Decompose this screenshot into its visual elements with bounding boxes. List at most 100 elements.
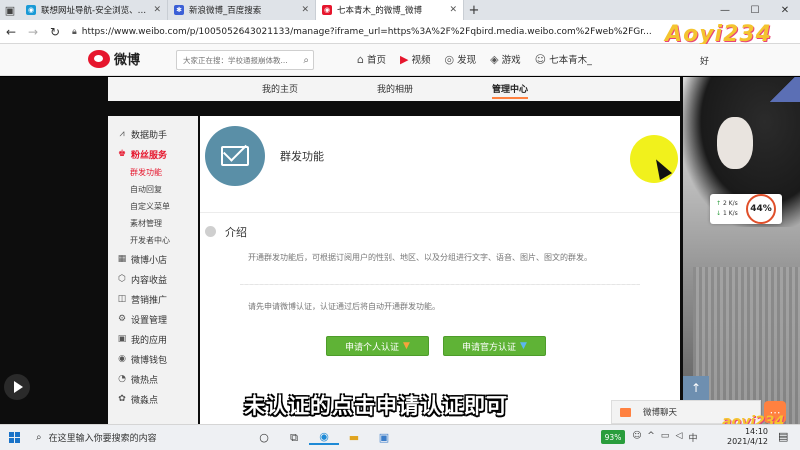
start-button[interactable] (0, 432, 28, 443)
discover-icon: ◎ (444, 52, 455, 66)
taskbar-search-placeholder: 在这里输入你要搜索的内容 (48, 434, 157, 444)
nav-user[interactable]: ☺ 七本青木_ (534, 52, 592, 67)
sidebar-sub-mass-send[interactable]: 群发功能 (108, 164, 198, 181)
store-icon[interactable]: ▣ (369, 431, 399, 444)
search-icon[interactable]: ⌕ (303, 55, 309, 66)
mass-send-panel: 群发功能 介绍 开通群发功能后，可根据订阅用户的性别、地区、以及分组进行文字、语… (200, 116, 680, 424)
nav-label: 七本青木_ (549, 55, 592, 66)
tab-baidu-search[interactable]: ✱ 新浪微博_百度搜索 ✕ (168, 0, 316, 20)
tab-actions-icon[interactable]: ▣ (0, 0, 20, 20)
verify-badge-icon: ▼ (520, 341, 527, 351)
speed-values: ↑ 2 K/s ↓ 1 K/s (716, 199, 738, 219)
cortana-icon[interactable]: ○ (249, 431, 279, 444)
person-icon[interactable]: ☺ (630, 431, 644, 444)
divider (200, 212, 680, 213)
sidebar-item-point[interactable]: ✿ 微淼点 (108, 389, 198, 409)
subnav-my-home[interactable]: 我的主页 (262, 82, 298, 95)
clock-time: 14:10 (744, 427, 769, 436)
sidebar-sub-material[interactable]: 素材管理 (108, 215, 198, 232)
sidebar-sub-developer[interactable]: 开发者中心 (108, 232, 198, 249)
weibo-favicon-icon: ◉ (322, 5, 332, 15)
memory-usage-badge[interactable]: 44% (746, 194, 776, 224)
edge-browser-icon[interactable]: ◉ (309, 430, 339, 445)
intro-bullet-icon (205, 226, 216, 237)
upload-speed: 2 K/s (722, 200, 738, 207)
close-icon[interactable]: ✕ (449, 5, 457, 15)
taskbar-apps: ○ ⧉ ◉ ▬ ▣ (249, 430, 399, 445)
subnav-manage-center[interactable]: 管理中心 (492, 82, 529, 99)
button-label: 申请官方认证 (462, 342, 517, 353)
tab-weibo[interactable]: ◉ 七本青木_的微博_微博 ✕ (316, 0, 464, 20)
sidebar-item-label: 数据助手 (131, 130, 168, 141)
network-icon[interactable]: ▭ (658, 431, 672, 444)
browser-tab-bar: ▣ ◉ 联想网址导航-安全浏览、极速体 ✕ ✱ 新浪微博_百度搜索 ✕ ◉ 七本… (0, 0, 800, 20)
apply-official-verify-button[interactable]: 申请官方认证 ▼ (443, 336, 546, 356)
sidebar-item-data-assistant[interactable]: ⩘ 数据助手 (108, 124, 198, 144)
url-field[interactable]: 🔒︎ https://www.weibo.com/p/1005052643021… (72, 23, 677, 41)
sidebar-item-hot[interactable]: ◔ 微热点 (108, 369, 198, 389)
battery-indicator[interactable]: 93% (601, 430, 625, 444)
new-tab-button[interactable]: + (464, 3, 484, 18)
close-icon[interactable]: ✕ (301, 5, 309, 15)
sidebar-item-apps[interactable]: ▣ 我的应用 (108, 329, 198, 349)
subnav-my-album[interactable]: 我的相册 (377, 82, 413, 95)
minimize-icon[interactable]: — (710, 5, 740, 16)
sidebar-item-label: 微热点 (131, 375, 159, 386)
download-speed: 1 K/s (722, 210, 738, 217)
intro-text: 开通群发功能后，可根据订阅用户的性别、地区、以及分组进行文字、语音、图片、图文的… (248, 253, 592, 262)
taskbar-search[interactable]: ⌕ 在这里输入你要搜索的内容 (28, 427, 243, 449)
sidebar-item-fans-service[interactable]: ♚ 粉丝服务 (108, 144, 198, 164)
forward-arrow-icon[interactable]: → (22, 25, 44, 39)
task-view-icon[interactable]: ⧉ (279, 431, 309, 445)
sidebar-item-label: 内容收益 (131, 275, 168, 286)
header-right-link[interactable]: 好 (700, 54, 709, 67)
chat-label: 微博聊天 (643, 408, 678, 418)
ime-indicator[interactable]: 中 (686, 431, 700, 444)
clock[interactable]: 14:10 2021/4/12 (727, 427, 768, 447)
nav-label: 首页 (366, 55, 386, 66)
sidebar-item-settings[interactable]: ⚙ 设置管理 (108, 309, 198, 329)
windows-logo-icon (8, 432, 20, 443)
close-icon[interactable]: ✕ (153, 5, 161, 15)
search-input[interactable] (183, 55, 293, 65)
scroll-top-button[interactable]: ↑ (683, 376, 709, 400)
weibo-eye-icon (88, 49, 110, 68)
close-window-icon[interactable]: ✕ (770, 5, 800, 16)
background-photo (683, 77, 800, 424)
nav-game[interactable]: ◈ 游戏 (490, 52, 520, 67)
nav-discover[interactable]: ◎ 发现 (444, 52, 477, 67)
weibo-logo[interactable]: 微博 (88, 49, 140, 68)
sidebar-item-income[interactable]: ⬡ 内容收益 (108, 269, 198, 289)
sidebar-item-shop[interactable]: ▦ 微博小店 (108, 249, 198, 269)
sidebar-sub-custom-menu[interactable]: 自定义菜单 (108, 198, 198, 215)
weibo-search-box[interactable]: ⌕ (176, 50, 314, 70)
volume-icon[interactable]: ◁ (672, 431, 686, 444)
sidebar-sub-auto-reply[interactable]: 自动回复 (108, 181, 198, 198)
nav-home[interactable]: ⌂ 首页 (357, 52, 386, 67)
sidebar-item-promote[interactable]: ◫ 营销推广 (108, 289, 198, 309)
clock-date: 2021/4/12 (727, 437, 769, 446)
manage-sidebar: ⩘ 数据助手 ♚ 粉丝服务 群发功能 自动回复 自定义菜单 素材管理 开发者中心 ▦… (108, 116, 198, 424)
maximize-icon[interactable]: ☐ (740, 5, 770, 16)
fans-icon: ♚ (117, 149, 127, 159)
file-explorer-icon[interactable]: ▬ (339, 431, 369, 444)
weibo-logo-text: 微博 (114, 53, 141, 68)
upload-arrow-icon: ↑ (716, 200, 722, 207)
sidebar-item-label: 微博小店 (131, 255, 168, 266)
video-subtitle: 未认证的点击申请认证即可 (244, 394, 508, 418)
sidebar-item-wallet[interactable]: ◉ 微博钱包 (108, 349, 198, 369)
chevron-up-icon[interactable]: ^ (644, 431, 658, 444)
apply-personal-verify-button[interactable]: 申请个人认证 ▼ (326, 336, 429, 356)
refresh-icon[interactable]: ↻ (44, 25, 66, 39)
page-title: 群发功能 (280, 150, 324, 163)
apps-icon: ▣ (117, 334, 127, 344)
tab-lenovo-nav[interactable]: ◉ 联想网址导航-安全浏览、极速体 ✕ (20, 0, 168, 20)
video-play-button[interactable] (4, 374, 30, 400)
user-icon: ☺ (534, 52, 547, 66)
sidebar-item-label: 微淼点 (131, 395, 159, 406)
nav-label: 发现 (457, 55, 477, 66)
hot-icon: ◔ (118, 374, 126, 384)
notification-icon[interactable]: ▤ (778, 430, 788, 443)
nav-video[interactable]: ▶ 视频 (400, 52, 430, 67)
back-arrow-icon[interactable]: ← (0, 25, 22, 39)
